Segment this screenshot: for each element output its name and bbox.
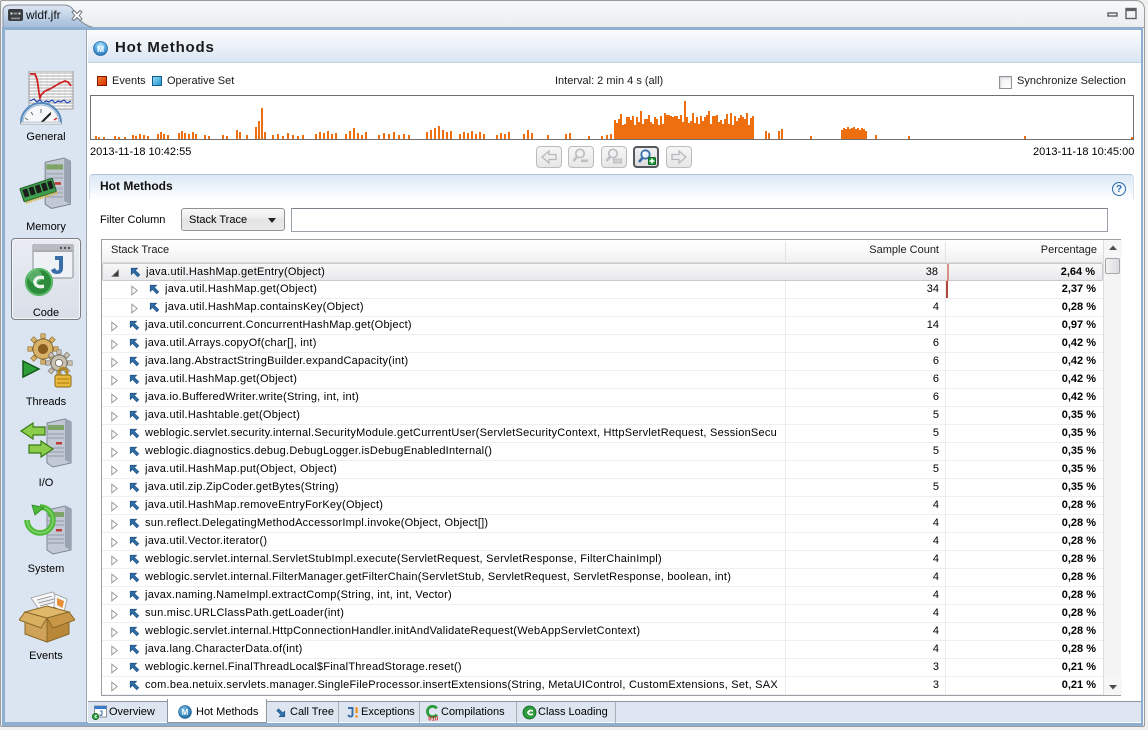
svg-text:M: M <box>182 708 189 717</box>
svg-text:M: M <box>97 44 104 54</box>
svg-text:010: 010 <box>428 717 439 722</box>
